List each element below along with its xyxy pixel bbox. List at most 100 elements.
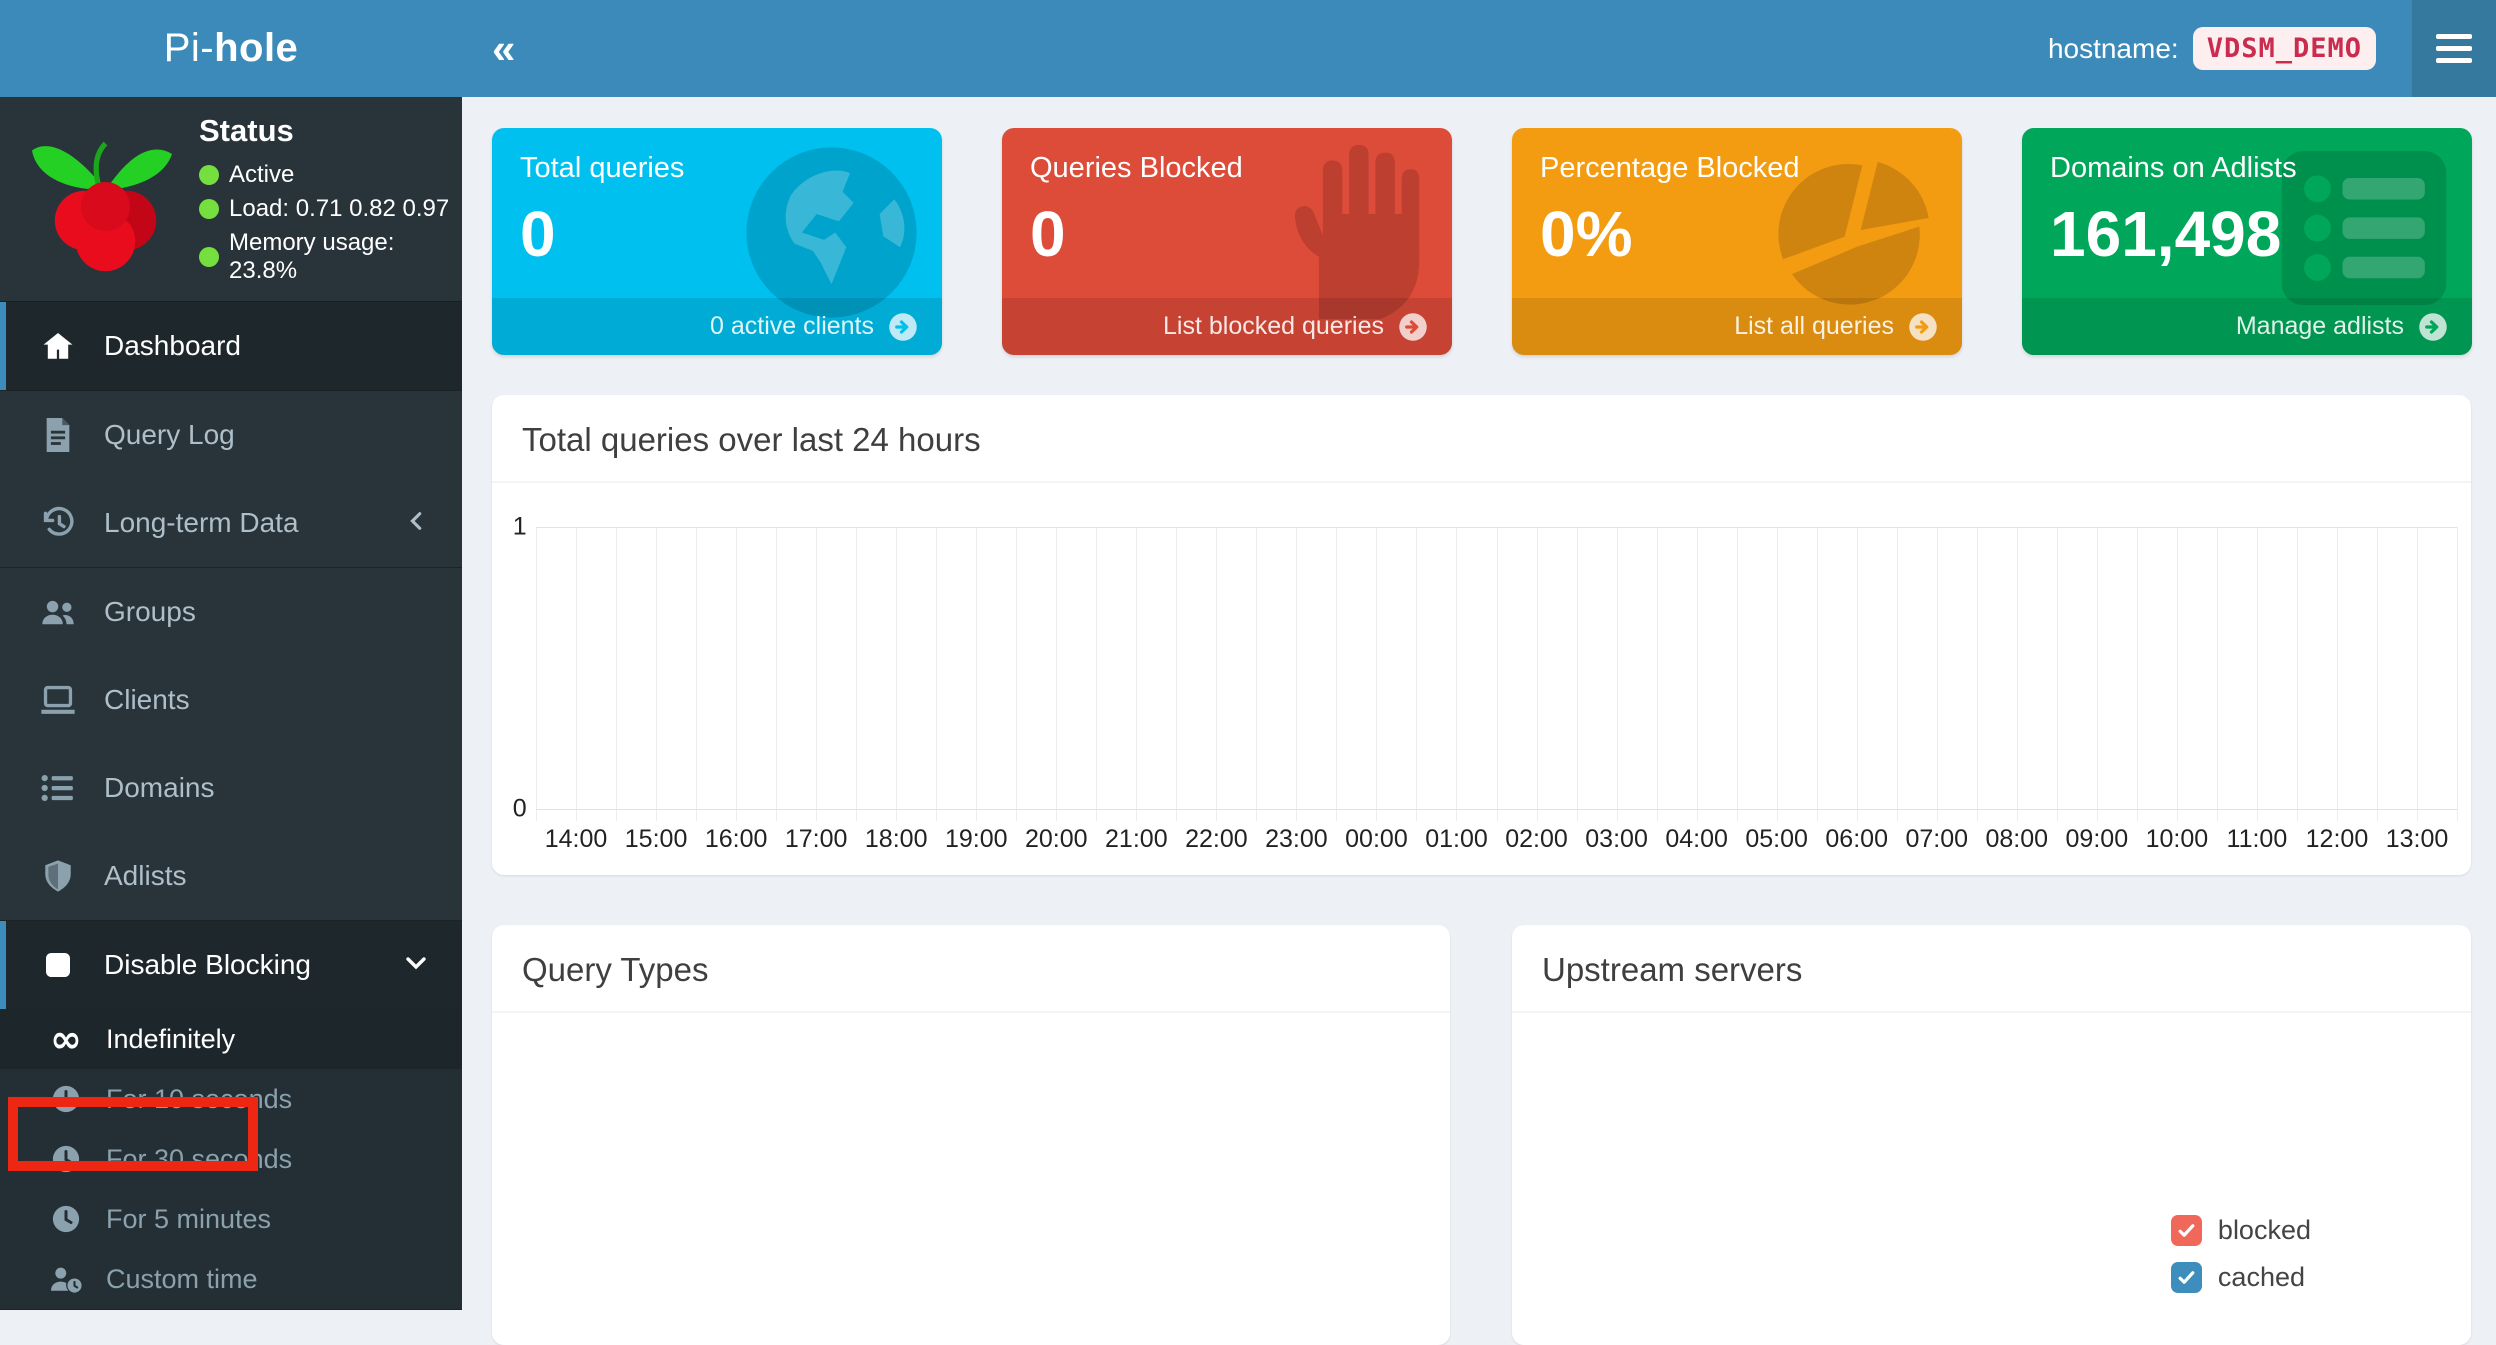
sidebar-item-adlists[interactable]: Adlists (0, 832, 462, 920)
x-axis-tick: 09:00 (2066, 825, 2129, 854)
status-dot-icon (199, 247, 219, 267)
x-axis-tick: 01:00 (1425, 825, 1488, 854)
x-axis-tick: 05:00 (1745, 825, 1808, 854)
submenu-item-label: For 10 seconds (106, 1084, 292, 1115)
main-content: Total queries 0 0 active clients Queries… (462, 97, 2496, 1310)
sidebar-item-label: Query Log (104, 419, 235, 451)
queries-chart-plot: 10 (536, 527, 2457, 809)
upstream-servers-panel: Upstream servers blocked cached (1512, 925, 2471, 1345)
query-types-panel: Query Types (492, 925, 1450, 1345)
stat-card-total-queries: Total queries 0 0 active clients (492, 128, 942, 355)
sidebar-item-query-log[interactable]: Query Log (0, 391, 462, 479)
submenu-item-custom-time[interactable]: Custom time (0, 1249, 462, 1309)
card-title: Domains on Adlists (2022, 128, 2472, 185)
stat-card-percentage-blocked: Percentage Blocked 0% List all queries (1512, 128, 1962, 355)
shield-icon (38, 859, 78, 893)
x-axis-tick: 21:00 (1105, 825, 1168, 854)
stop-icon (38, 949, 78, 981)
card-footer-label: 0 active clients (710, 312, 874, 341)
brand-bold: hole (214, 26, 298, 71)
sidebar-item-label: Clients (104, 684, 190, 716)
file-icon (38, 418, 78, 452)
clock-icon (48, 1084, 84, 1114)
infinity-icon: ∞ (48, 1020, 84, 1058)
card-link-blocked-queries[interactable]: List blocked queries (1002, 298, 1452, 355)
arrow-circle-right-icon (2418, 312, 2448, 342)
arrow-circle-right-icon (1398, 312, 1428, 342)
chevron-left-icon (406, 507, 428, 539)
divider (1512, 1011, 2471, 1013)
status-load-text: Load: 0.71 0.82 0.97 (229, 195, 449, 223)
status-memory-text: Memory usage: 23.8% (229, 229, 462, 285)
status-panel: Status Active Load: 0.71 0.82 0.97 Memor… (0, 97, 462, 302)
status-title: Status (199, 113, 462, 149)
sidebar-item-long-term-data[interactable]: Long-term Data (0, 479, 462, 567)
card-title: Total queries (492, 128, 942, 185)
app-logo[interactable]: Pi-hole (0, 0, 462, 97)
sidebar-item-disable-blocking[interactable]: Disable Blocking (0, 921, 462, 1009)
sidebar-item-clients[interactable]: Clients (0, 656, 462, 744)
submenu-item-label: Indefinitely (106, 1024, 235, 1055)
sidebar-item-label: Domains (104, 772, 214, 804)
total-queries-chart-panel: Total queries over last 24 hours 10 14:0… (492, 395, 2471, 875)
x-axis-tick: 15:00 (625, 825, 688, 854)
x-axis-tick: 16:00 (705, 825, 768, 854)
x-axis-tick: 10:00 (2146, 825, 2209, 854)
x-axis-tick: 02:00 (1505, 825, 1568, 854)
card-value: 161,498 (2022, 185, 2472, 271)
sidebar-item-label: Long-term Data (104, 507, 299, 539)
y-axis-tick: 1 (513, 513, 527, 542)
divider (492, 1011, 1450, 1013)
card-footer-label: List blocked queries (1163, 312, 1384, 341)
hamburger-menu-icon[interactable] (2412, 0, 2496, 97)
card-footer-label: List all queries (1734, 312, 1894, 341)
sidebar-item-label: Adlists (104, 860, 186, 892)
submenu-item-label: For 30 seconds (106, 1144, 292, 1175)
submenu-item-label: Custom time (106, 1264, 258, 1295)
submenu-item-indefinitely[interactable]: ∞ Indefinitely (0, 1009, 462, 1069)
x-axis-tick: 12:00 (2306, 825, 2369, 854)
clock-icon (48, 1144, 84, 1174)
x-axis-tick: 18:00 (865, 825, 928, 854)
disable-blocking-submenu: ∞ Indefinitely For 10 seconds For 30 sec… (0, 1009, 462, 1309)
history-icon (38, 506, 78, 540)
user-clock-icon (48, 1264, 84, 1294)
sidebar-item-label: Disable Blocking (104, 949, 311, 981)
x-axis-tick: 03:00 (1585, 825, 1648, 854)
card-title: Percentage Blocked (1512, 128, 1962, 185)
x-axis-tick: 11:00 (2227, 825, 2288, 854)
card-link-active-clients[interactable]: 0 active clients (492, 298, 942, 355)
submenu-item-for-5-minutes[interactable]: For 5 minutes (0, 1189, 462, 1249)
chart-title: Total queries over last 24 hours (492, 395, 2471, 481)
top-navbar: Pi-hole « hostname: VDSM_DEMO (0, 0, 2496, 97)
sidebar: Status Active Load: 0.71 0.82 0.97 Memor… (0, 97, 462, 1310)
sidebar-item-groups[interactable]: Groups (0, 568, 462, 656)
users-icon (38, 597, 78, 627)
submenu-item-for-30-seconds[interactable]: For 30 seconds (0, 1129, 462, 1189)
legend-label: blocked (2218, 1215, 2311, 1246)
upstream-legend: blocked cached (2171, 1215, 2311, 1293)
card-link-all-queries[interactable]: List all queries (1512, 298, 1962, 355)
x-axis-tick: 07:00 (1905, 825, 1968, 854)
x-axis-tick: 14:00 (545, 825, 608, 854)
submenu-item-label: For 5 minutes (106, 1204, 271, 1235)
legend-item-blocked[interactable]: blocked (2171, 1215, 2311, 1246)
legend-item-cached[interactable]: cached (2171, 1262, 2311, 1293)
x-axis-tick: 04:00 (1665, 825, 1728, 854)
submenu-item-for-10-seconds[interactable]: For 10 seconds (0, 1069, 462, 1129)
hostname-badge: VDSM_DEMO (2193, 27, 2376, 70)
sidebar-item-label: Dashboard (104, 330, 241, 362)
sidebar-item-domains[interactable]: Domains (0, 744, 462, 832)
card-link-manage-adlists[interactable]: Manage adlists (2022, 298, 2472, 355)
arrow-circle-right-icon (888, 312, 918, 342)
sidebar-collapse-icon[interactable]: « (492, 0, 515, 97)
x-axis-tick: 13:00 (2386, 825, 2449, 854)
chevron-down-icon (404, 949, 428, 981)
brand-prefix: Pi- (164, 26, 214, 71)
panel-title: Upstream servers (1512, 925, 2471, 1011)
status-active-text: Active (229, 161, 294, 189)
x-axis-tick: 08:00 (1985, 825, 2048, 854)
card-value: 0% (1512, 185, 1962, 271)
home-icon (38, 329, 78, 363)
sidebar-item-dashboard[interactable]: Dashboard (0, 302, 462, 390)
